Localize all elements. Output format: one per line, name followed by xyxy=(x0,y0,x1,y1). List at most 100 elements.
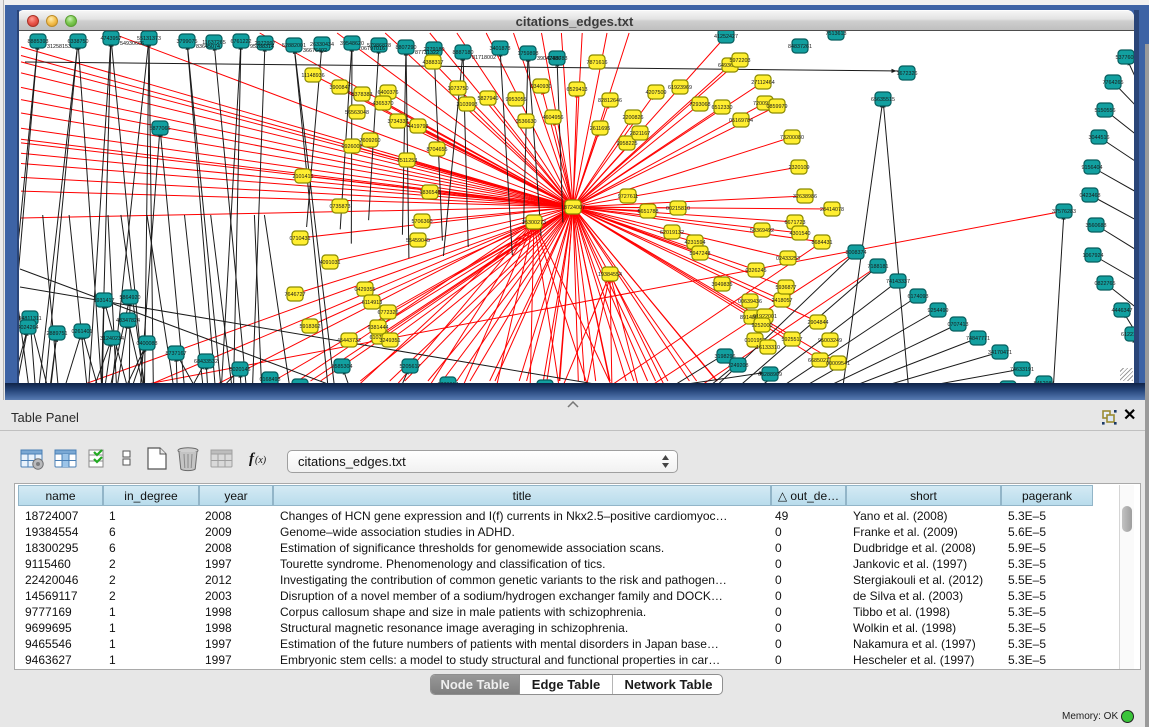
svg-text:8885393: 8885393 xyxy=(28,39,49,45)
svg-text:58369492: 58369492 xyxy=(750,228,774,234)
svg-text:56563048: 56563048 xyxy=(345,110,369,116)
svg-text:5918362: 5918362 xyxy=(300,324,321,330)
svg-text:6400376: 6400376 xyxy=(378,90,399,96)
svg-text:5972203: 5972203 xyxy=(730,58,751,64)
svg-text:36676402: 36676402 xyxy=(303,48,327,54)
svg-text:05169784: 05169784 xyxy=(729,118,753,124)
svg-text:5936877: 5936877 xyxy=(776,285,797,291)
svg-text:6671723: 6671723 xyxy=(785,220,806,226)
svg-text:9252000: 9252000 xyxy=(752,323,773,329)
svg-text:8008374: 8008374 xyxy=(846,250,867,256)
svg-text:0710431: 0710431 xyxy=(290,236,311,242)
svg-text:00215810: 00215810 xyxy=(666,206,690,212)
svg-text:68433532: 68433532 xyxy=(194,359,218,365)
svg-text:0261401: 0261401 xyxy=(72,329,93,335)
svg-text:4743957: 4743957 xyxy=(101,36,122,42)
svg-text:6761222: 6761222 xyxy=(231,39,252,45)
svg-text:5877065: 5877065 xyxy=(150,126,171,132)
svg-text:3734337: 3734337 xyxy=(388,119,409,125)
svg-text:0423468: 0423468 xyxy=(1080,193,1101,199)
svg-text:3949835: 3949835 xyxy=(712,282,733,288)
svg-text:95003249: 95003249 xyxy=(818,338,842,344)
svg-text:74633191: 74633191 xyxy=(1010,367,1034,373)
svg-text:9727611: 9727611 xyxy=(618,194,639,200)
svg-text:95288314: 95288314 xyxy=(250,44,274,50)
svg-text:0859979: 0859979 xyxy=(767,104,788,110)
svg-text:8684431: 8684431 xyxy=(812,240,833,246)
svg-text:6529413: 6529413 xyxy=(567,87,588,93)
svg-text:4231594: 4231594 xyxy=(685,240,706,246)
svg-text:2889751: 2889751 xyxy=(47,331,68,337)
svg-text:5947248: 5947248 xyxy=(690,251,711,257)
svg-text:7646727: 7646727 xyxy=(285,292,306,298)
svg-text:7609260: 7609260 xyxy=(360,138,381,144)
svg-text:18724007: 18724007 xyxy=(561,205,585,211)
svg-text:81718002: 81718002 xyxy=(472,55,496,61)
svg-text:6772326: 6772326 xyxy=(378,310,399,316)
svg-text:5651788: 5651788 xyxy=(638,209,659,215)
svg-text:3044516: 3044516 xyxy=(1089,135,1110,141)
svg-text:2904844: 2904844 xyxy=(808,320,829,326)
svg-text:73200080: 73200080 xyxy=(780,135,804,141)
svg-text:84837261: 84837261 xyxy=(788,44,812,50)
svg-text:5706360: 5706360 xyxy=(412,219,433,225)
svg-text:61221387: 61221387 xyxy=(1121,332,1134,338)
svg-text:8737167: 8737167 xyxy=(166,351,187,357)
svg-text:02433253: 02433253 xyxy=(776,256,800,262)
svg-text:1759898: 1759898 xyxy=(518,51,539,57)
svg-text:4365370: 4365370 xyxy=(373,101,394,107)
svg-text:9156404: 9156404 xyxy=(1082,165,1103,171)
svg-text:4091031: 4091031 xyxy=(320,260,341,266)
svg-text:3799075: 3799075 xyxy=(177,39,198,45)
svg-text:0822765: 0822765 xyxy=(1095,281,1116,287)
svg-text:45443732: 45443732 xyxy=(337,338,361,344)
svg-text:5827940: 5827940 xyxy=(478,96,499,102)
svg-text:6174093: 6174093 xyxy=(908,294,929,300)
svg-text:4446347: 4446347 xyxy=(1112,308,1133,314)
svg-text:0326245: 0326245 xyxy=(746,268,767,274)
svg-text:2611695: 2611695 xyxy=(590,126,611,132)
svg-text:4207509: 4207509 xyxy=(646,90,667,96)
svg-text:8807290: 8807290 xyxy=(396,45,417,51)
svg-text:5020146: 5020146 xyxy=(230,367,251,373)
svg-text:54930666: 54930666 xyxy=(120,41,144,47)
svg-text:27112464: 27112464 xyxy=(751,80,775,86)
svg-text:74143337: 74143337 xyxy=(886,279,910,285)
svg-text:1931417: 1931417 xyxy=(94,298,115,304)
svg-text:62019132: 62019132 xyxy=(660,230,684,236)
svg-text:0400088: 0400088 xyxy=(137,341,158,347)
svg-text:61923969: 61923969 xyxy=(668,85,692,91)
svg-text:5377602: 5377602 xyxy=(1116,55,1135,61)
svg-text:(x): (x) xyxy=(255,455,267,466)
svg-text:06797016: 06797016 xyxy=(361,46,385,52)
svg-text:39042486: 39042486 xyxy=(537,56,561,62)
svg-text:19384554: 19384554 xyxy=(598,272,622,278)
svg-text:7871616: 7871616 xyxy=(587,60,608,66)
svg-text:6512330: 6512330 xyxy=(712,105,733,111)
svg-text:41252427: 41252427 xyxy=(714,34,738,40)
svg-text:4024264: 4024264 xyxy=(19,325,39,331)
svg-text:55459045: 55459045 xyxy=(406,238,430,244)
svg-text:0340930: 0340930 xyxy=(531,84,552,90)
svg-text:9381444: 9381444 xyxy=(368,325,389,331)
svg-text:8887180: 8887180 xyxy=(453,50,474,56)
svg-text:7764265: 7764265 xyxy=(1103,80,1124,86)
svg-text:7513613: 7513613 xyxy=(826,31,847,37)
svg-text:28414078: 28414078 xyxy=(820,207,844,213)
svg-text:5864920: 5864920 xyxy=(120,295,141,301)
svg-text:74847771: 74847771 xyxy=(966,336,990,342)
svg-text:7293068: 7293068 xyxy=(690,102,711,108)
svg-text:11148936: 11148936 xyxy=(301,73,324,79)
svg-text:7511253: 7511253 xyxy=(397,158,418,164)
svg-text:5205617: 5205617 xyxy=(400,364,421,370)
svg-text:9254499: 9254499 xyxy=(928,308,949,314)
svg-text:65635515: 65635515 xyxy=(871,97,895,103)
svg-text:4604956: 4604956 xyxy=(543,115,564,121)
svg-text:34170471: 34170471 xyxy=(988,350,1012,356)
svg-text:1073750: 1073750 xyxy=(448,86,469,92)
svg-text:5150556: 5150556 xyxy=(1095,108,1116,114)
svg-text:8704655: 8704655 xyxy=(427,147,448,153)
svg-text:5585304: 5585304 xyxy=(332,364,353,370)
svg-text:0735873: 0735873 xyxy=(330,204,351,210)
svg-text:2821167: 2821167 xyxy=(630,131,651,137)
